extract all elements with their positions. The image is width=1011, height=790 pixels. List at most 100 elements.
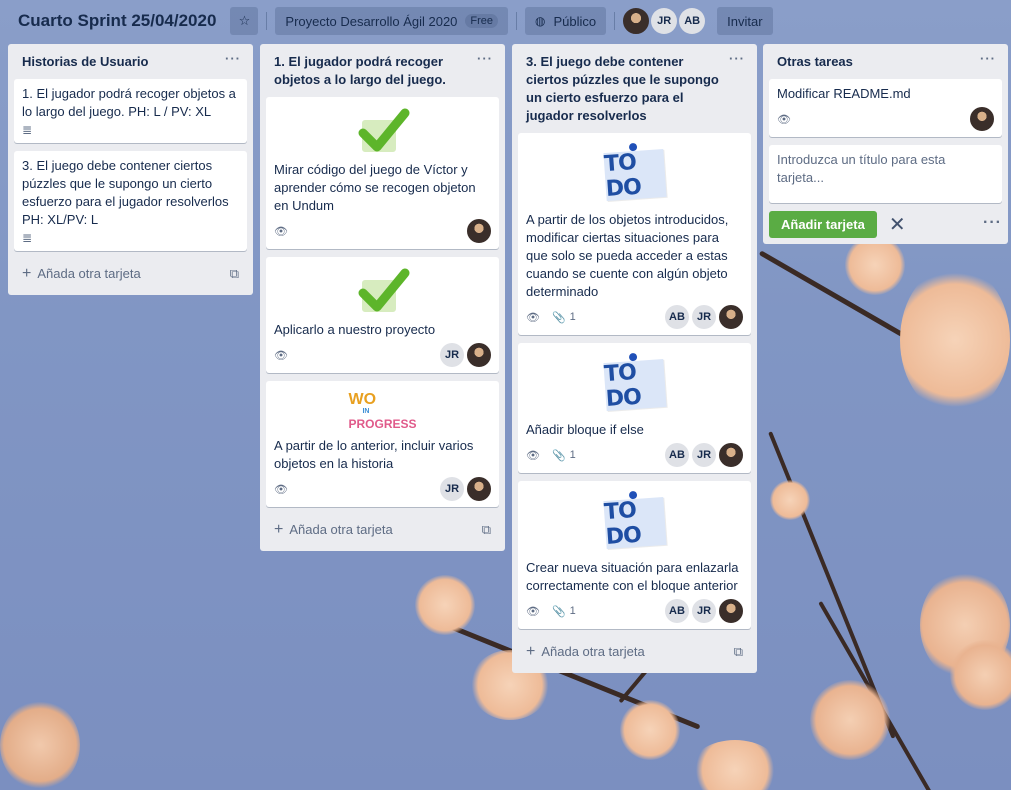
list-recoger-objetos: 1. El jugador podrá recoger objetos a lo… — [260, 44, 505, 551]
list-title[interactable]: Otras tareas — [777, 53, 853, 71]
card[interactable]: Aplicarlo a nuestro proyecto 👁 JR — [266, 257, 499, 373]
card[interactable]: Mirar código del juego de Víctor y apren… — [266, 97, 499, 249]
attachment-count: 1 — [569, 449, 576, 461]
globe-icon: ◍ — [535, 14, 546, 28]
member-avatar[interactable] — [719, 599, 743, 623]
board-header: Cuarto Sprint 25/04/2020 ☆ Proyecto Desa… — [0, 0, 1011, 42]
card-sticker: WO IN PROGRESS — [274, 387, 491, 437]
card[interactable]: 1. El jugador podrá recoger objetos a lo… — [14, 79, 247, 143]
description-icon: ≣ — [22, 231, 33, 245]
card[interactable]: 3. El juego debe contener ciertos púzzle… — [14, 151, 247, 251]
member-avatar[interactable] — [467, 343, 491, 367]
card-sticker: TO DO — [526, 349, 743, 421]
add-card-label: Añada otra tarjeta — [37, 266, 141, 281]
add-card-label: Añada otra tarjeta — [289, 522, 393, 537]
member-avatar[interactable]: JR — [692, 443, 716, 467]
member-avatar[interactable]: AB — [665, 305, 689, 329]
list-puzzles: 3. El juego debe contener ciertos púzzle… — [512, 44, 757, 673]
list-header[interactable]: Otras tareas ··· — [769, 44, 1002, 79]
visibility-label: Público — [553, 13, 597, 29]
card-sticker — [274, 103, 491, 161]
team-label: Proyecto Desarrollo Ágil 2020 — [285, 13, 458, 29]
eye-icon: 👁 — [777, 113, 791, 126]
template-icon[interactable]: ⧉ — [482, 522, 491, 538]
invite-button[interactable]: Invitar — [717, 7, 773, 35]
member-avatar[interactable] — [970, 107, 994, 131]
star-icon: ☆ — [238, 13, 251, 28]
member-avatar[interactable]: JR — [651, 8, 678, 34]
board-title[interactable]: Cuarto Sprint 25/04/2020 — [10, 11, 224, 31]
list-menu-icon[interactable]: ··· — [729, 50, 745, 68]
checkmark-sticker — [358, 108, 409, 154]
card[interactable]: TO DO Crear nueva situación para enlazar… — [518, 481, 751, 629]
card-title: Mirar código del juego de Víctor y apren… — [274, 162, 476, 213]
paperclip-icon: 📎 — [551, 311, 566, 324]
work-in-progress-sticker: WO IN PROGRESS — [348, 391, 417, 431]
member-avatar[interactable] — [719, 443, 743, 467]
header-divider — [266, 12, 268, 30]
list-header[interactable]: Historias de Usuario ··· — [14, 44, 247, 79]
attachment-count: 1 — [569, 311, 576, 323]
member-avatar[interactable]: JR — [440, 477, 464, 501]
plus-icon: + — [526, 643, 536, 660]
member-avatar[interactable] — [719, 305, 743, 329]
list-header[interactable]: 3. El juego debe contener ciertos púzzle… — [518, 44, 751, 133]
add-card-label: Añada otra tarjeta — [541, 644, 645, 659]
eye-icon: 👁 — [526, 449, 540, 462]
list-otras-tareas: Otras tareas ··· Modificar README.md 👁 I… — [763, 44, 1008, 244]
member-avatar[interactable]: JR — [440, 343, 464, 367]
list-menu-icon[interactable]: ··· — [980, 50, 996, 68]
team-button[interactable]: Proyecto Desarrollo Ágil 2020 Free — [275, 7, 509, 35]
card[interactable]: Modificar README.md 👁 — [769, 79, 1002, 137]
add-card-button[interactable]: + Añada otra tarjeta ⧉ — [518, 637, 751, 667]
card-title: Añadir bloque if else — [526, 422, 644, 437]
member-avatar[interactable] — [467, 477, 491, 501]
list-historias: Historias de Usuario ··· 1. El jugador p… — [8, 44, 253, 295]
paperclip-icon: 📎 — [551, 605, 566, 618]
member-avatar[interactable]: AB — [665, 599, 689, 623]
card-title: Aplicarlo a nuestro proyecto — [274, 322, 436, 337]
card-sticker: TO DO — [526, 139, 743, 211]
header-divider — [614, 12, 616, 30]
add-card-button[interactable]: + Añada otra tarjeta ⧉ — [14, 259, 247, 289]
member-avatar[interactable]: AB — [679, 8, 706, 34]
more-options-icon[interactable]: ··· — [983, 214, 1002, 232]
list-menu-icon[interactable]: ··· — [225, 50, 241, 68]
list-title[interactable]: 1. El jugador podrá recoger objetos a lo… — [274, 53, 474, 89]
todo-sticker: TO DO — [603, 352, 667, 412]
card[interactable]: TO DO A partir de los objetos introducid… — [518, 133, 751, 335]
star-button[interactable]: ☆ — [230, 7, 259, 35]
member-avatar[interactable]: JR — [692, 305, 716, 329]
member-avatar[interactable] — [467, 219, 491, 243]
card-title: Modificar README.md — [777, 86, 911, 101]
member-avatar[interactable]: AB — [665, 443, 689, 467]
add-card-button[interactable]: + Añada otra tarjeta ⧉ — [266, 515, 499, 545]
template-icon[interactable]: ⧉ — [230, 266, 239, 282]
add-card-submit-button[interactable]: Añadir tarjeta — [769, 211, 877, 238]
list-header[interactable]: 1. El jugador podrá recoger objetos a lo… — [266, 44, 499, 97]
todo-sticker: TO DO — [603, 490, 667, 550]
new-card-title-input[interactable]: Introduzca un título para esta tarjeta..… — [769, 145, 1002, 203]
card-title: A partir de los objetos introducidos, mo… — [526, 212, 729, 299]
list-menu-icon[interactable]: ··· — [477, 50, 493, 68]
checkmark-sticker — [358, 268, 409, 314]
visibility-button[interactable]: ◍ Público — [525, 7, 607, 35]
card[interactable]: WO IN PROGRESS A partir de lo anterior, … — [266, 381, 499, 507]
card-sticker: TO DO — [526, 487, 743, 559]
eye-icon: 👁 — [526, 311, 540, 324]
member-avatar[interactable] — [623, 8, 650, 34]
card-title: 3. El juego debe contener ciertos púzzle… — [22, 158, 229, 227]
template-icon[interactable]: ⧉ — [734, 644, 743, 660]
list-title[interactable]: 3. El juego debe contener ciertos púzzle… — [526, 53, 726, 125]
eye-icon: 👁 — [274, 483, 288, 496]
list-title[interactable]: Historias de Usuario — [22, 53, 148, 71]
card-title: 1. El jugador podrá recoger objetos a lo… — [22, 86, 236, 119]
card-title: Crear nueva situación para enlazarla cor… — [526, 560, 739, 593]
card[interactable]: TO DO Añadir bloque if else 👁 📎 1 AB JR — [518, 343, 751, 473]
card-title: A partir de lo anterior, incluir varios … — [274, 438, 474, 471]
attachment-count: 1 — [569, 605, 576, 617]
close-icon[interactable]: ✕ — [889, 212, 906, 237]
paperclip-icon: 📎 — [551, 449, 566, 462]
plus-icon: + — [274, 521, 284, 538]
member-avatar[interactable]: JR — [692, 599, 716, 623]
